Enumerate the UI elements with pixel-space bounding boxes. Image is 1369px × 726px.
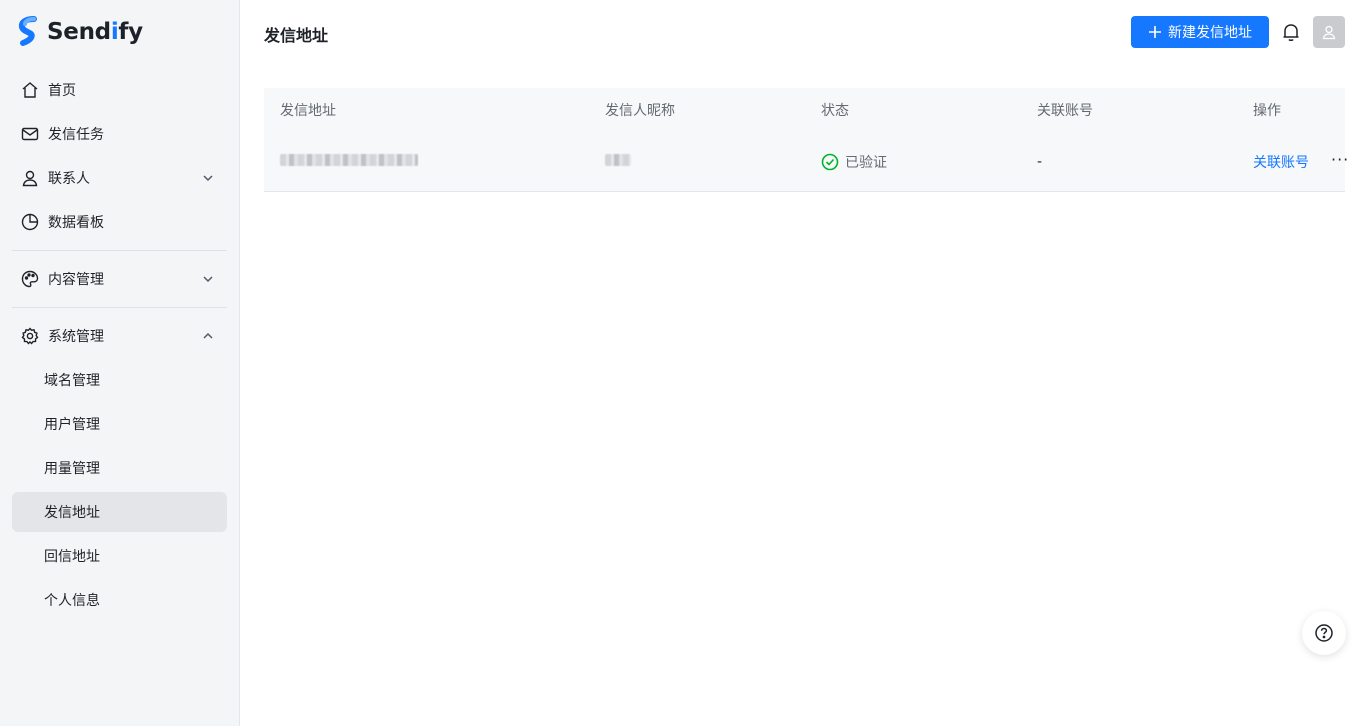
sidebar-divider [12, 307, 227, 308]
status-text: 已验证 [845, 154, 887, 171]
page-title: 发信地址 [264, 26, 329, 45]
sender-address-table: 发信地址 发信人昵称 状态 关联账号 操作 已验证 - 关联账号 ··· [264, 88, 1348, 192]
sidebar-subitem-sender-addresses[interactable]: 发信地址 [12, 492, 227, 532]
sidebar-item-label: 内容管理 [48, 272, 104, 288]
linked-account-value: - [1037, 153, 1043, 170]
mail-icon [20, 124, 40, 144]
status-badge: 已验证 [821, 152, 887, 172]
redacted-text [605, 153, 631, 166]
redacted-text [280, 153, 418, 166]
column-header-actions: 操作 [1253, 103, 1281, 119]
table-header: 发信地址 发信人昵称 状态 关联账号 操作 [264, 88, 1345, 132]
sidebar-item-label: 发信任务 [48, 127, 104, 143]
sidebar-item-content[interactable]: 内容管理 [12, 259, 227, 299]
column-header-nickname: 发信人昵称 [605, 103, 675, 119]
palette-icon [20, 269, 40, 289]
avatar[interactable] [1313, 16, 1345, 48]
pie-chart-icon [20, 212, 40, 232]
user-icon [20, 168, 40, 188]
check-circle-icon [821, 153, 839, 170]
sidebar-item-label: 首页 [48, 83, 76, 99]
chevron-down-icon[interactable] [201, 272, 215, 286]
column-header-address: 发信地址 [280, 103, 336, 119]
column-header-status: 状态 [821, 103, 849, 119]
question-circle-icon [1315, 624, 1333, 642]
gear-icon [20, 326, 40, 346]
sidebar-item-label: 系统管理 [48, 329, 104, 345]
link-account-button[interactable]: 关联账号 [1253, 152, 1309, 172]
brand-logo[interactable]: Sendify [17, 16, 143, 48]
more-actions-icon[interactable]: ··· [1331, 150, 1349, 169]
sidebar-item-contacts[interactable]: 联系人 [12, 158, 227, 198]
sender-nickname-redacted [605, 153, 631, 170]
sidebar: Sendify 首页 发信任务 联系人 数据看板 内容管理 系统管理 域名管理 … [0, 0, 240, 726]
bell-icon[interactable] [1280, 21, 1302, 43]
sidebar-subitem-usage[interactable]: 用量管理 [12, 448, 227, 488]
user-avatar-icon [1322, 25, 1336, 40]
column-header-linked-account: 关联账号 [1037, 103, 1093, 119]
home-icon [20, 80, 40, 100]
table-row: 已验证 - 关联账号 ··· [264, 132, 1348, 192]
sendify-logo-icon [18, 16, 37, 46]
sidebar-item-send-tasks[interactable]: 发信任务 [12, 114, 227, 154]
sidebar-subitem-profile[interactable]: 个人信息 [12, 580, 227, 620]
sidebar-nav: 首页 发信任务 联系人 数据看板 内容管理 系统管理 域名管理 用户管理 用量管… [12, 70, 227, 624]
sidebar-item-system[interactable]: 系统管理 [12, 316, 227, 356]
help-button[interactable] [1302, 611, 1346, 655]
sidebar-item-label: 联系人 [48, 171, 90, 187]
new-sender-address-button[interactable]: 新建发信地址 [1131, 16, 1269, 48]
plus-icon [1149, 26, 1161, 38]
sidebar-divider [12, 250, 227, 251]
new-button-label: 新建发信地址 [1168, 25, 1252, 41]
sidebar-item-home[interactable]: 首页 [12, 70, 227, 110]
sidebar-item-dashboard[interactable]: 数据看板 [12, 202, 227, 242]
brand-name: Sendify [47, 19, 143, 45]
sidebar-subitem-users[interactable]: 用户管理 [12, 404, 227, 444]
chevron-up-icon[interactable] [201, 329, 215, 343]
sidebar-item-label: 数据看板 [48, 215, 104, 231]
chevron-down-icon[interactable] [201, 171, 215, 185]
sidebar-subitem-reply-addresses[interactable]: 回信地址 [12, 536, 227, 576]
sidebar-subitem-domains[interactable]: 域名管理 [12, 360, 227, 400]
sender-address-redacted [280, 153, 418, 170]
